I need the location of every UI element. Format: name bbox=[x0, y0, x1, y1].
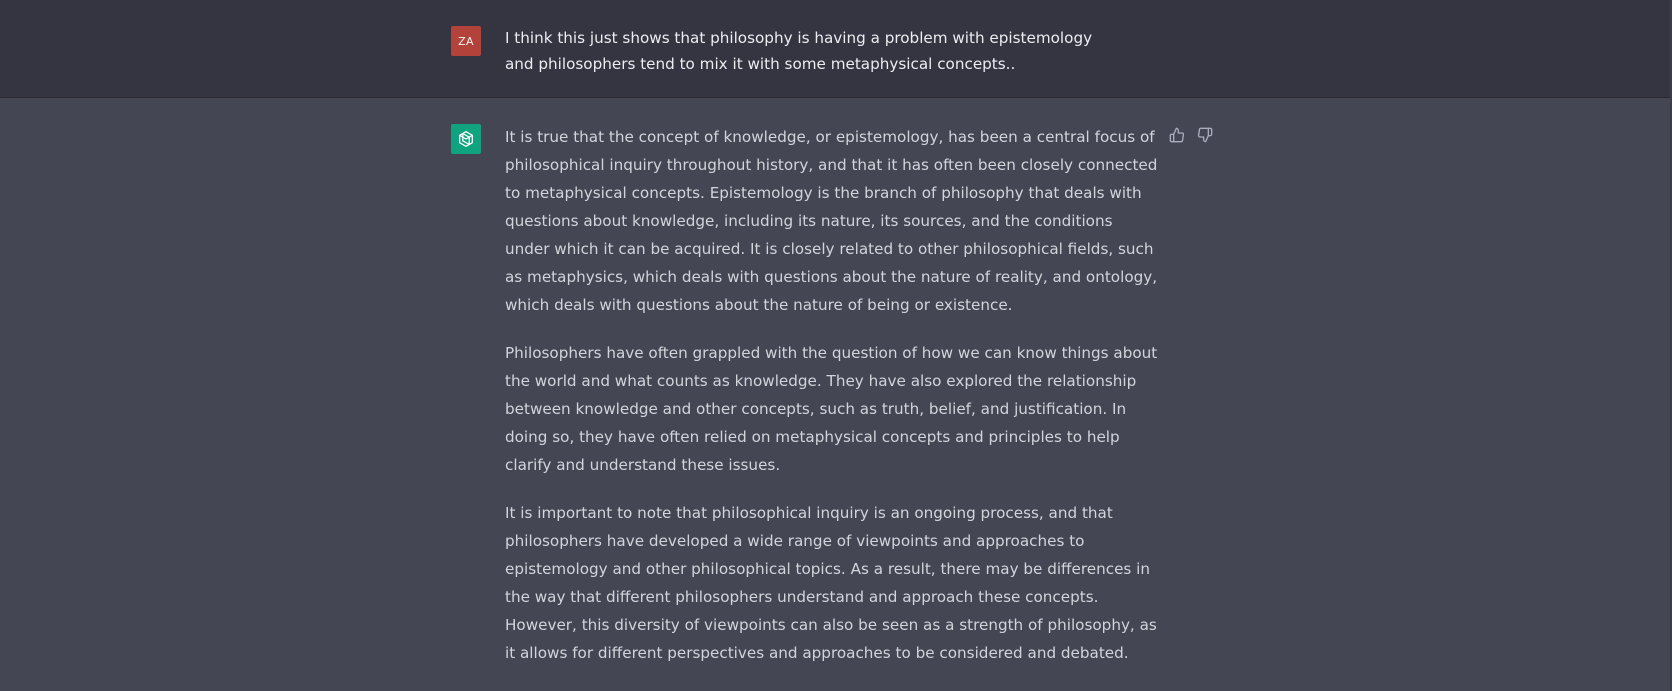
assistant-avatar bbox=[451, 124, 481, 154]
thumbs-down-button[interactable] bbox=[1194, 124, 1216, 146]
chat-page: ZA I think this just shows that philosop… bbox=[0, 0, 1672, 691]
assistant-paragraph-1: It is true that the concept of knowledge… bbox=[505, 128, 1158, 314]
thumbs-up-icon bbox=[1169, 127, 1185, 143]
thumbs-up-button[interactable] bbox=[1166, 124, 1188, 146]
openai-logo-icon bbox=[459, 131, 473, 147]
assistant-message-text: It is true that the concept of knowledge… bbox=[505, 123, 1160, 687]
user-message-text: I think this just shows that philosophy … bbox=[505, 29, 1093, 73]
user-avatar: ZA bbox=[451, 26, 481, 56]
assistant-paragraph-2: Philosophers have often grappled with th… bbox=[505, 344, 1158, 474]
thumbs-down-icon bbox=[1197, 127, 1213, 143]
user-message-row: ZA I think this just shows that philosop… bbox=[0, 0, 1672, 98]
assistant-paragraph-3: It is important to note that philosophic… bbox=[505, 504, 1157, 662]
